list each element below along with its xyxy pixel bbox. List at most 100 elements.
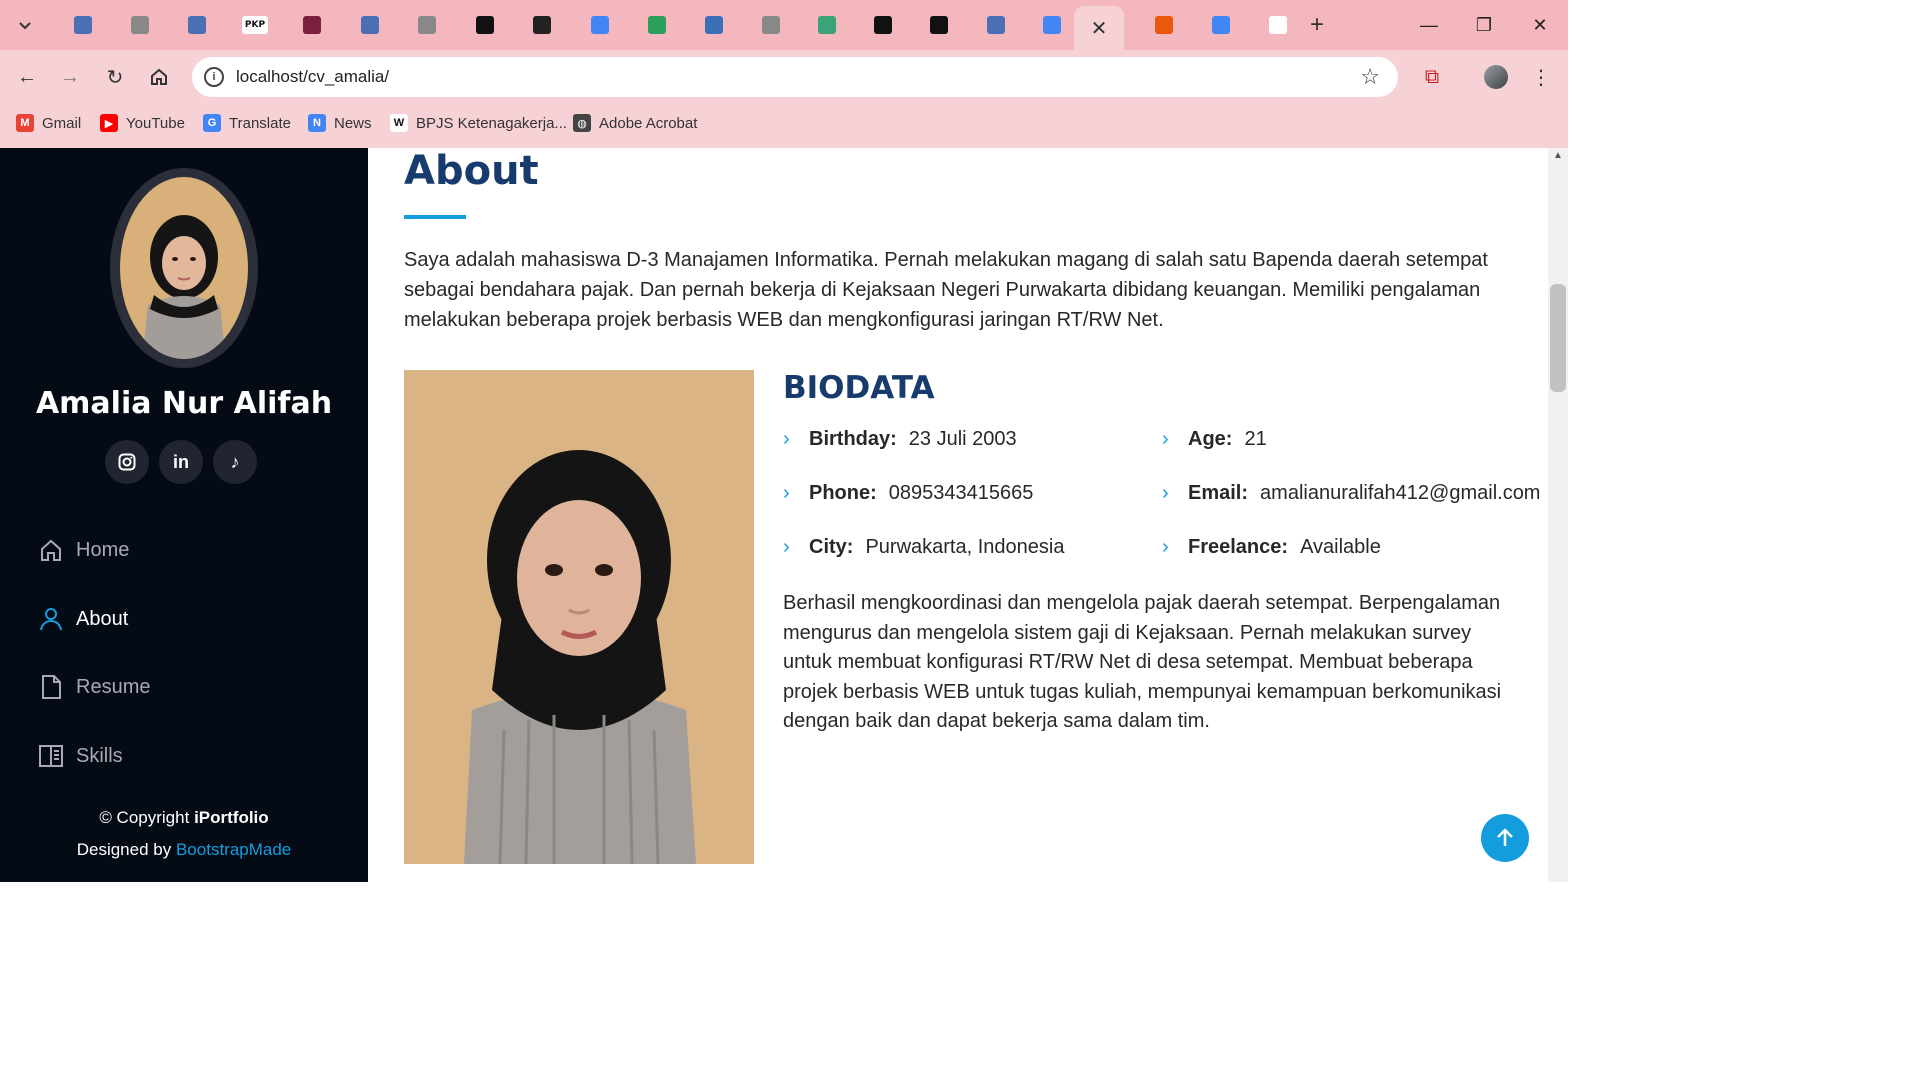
robot-icon xyxy=(648,16,666,34)
scroll-up-arrow-icon[interactable]: ▲ xyxy=(1553,150,1563,161)
browser-tab[interactable] xyxy=(1139,8,1189,42)
nav-about-label: About xyxy=(76,607,129,630)
browser-tab[interactable] xyxy=(58,8,108,42)
fire-icon xyxy=(1155,16,1173,34)
new-tab-button[interactable]: + xyxy=(1302,8,1332,42)
browser-tab[interactable] xyxy=(1027,8,1077,42)
restore-icon: ❐ xyxy=(1475,14,1493,35)
chevron-right-icon: › xyxy=(1162,482,1169,504)
bookmark-item[interactable]: G Translate xyxy=(203,108,291,138)
more-vert-icon: ⋮ xyxy=(1531,66,1551,89)
url-text[interactable]: localhost/cv_amalia/ xyxy=(236,67,389,87)
browser-tab[interactable] xyxy=(287,8,337,42)
profile-avatar-icon xyxy=(1484,65,1508,89)
site-info-icon[interactable]: i xyxy=(204,67,224,87)
chevron-right-icon: › xyxy=(783,482,790,504)
puzzle-app-icon xyxy=(930,16,948,34)
bookmark-label: YouTube xyxy=(126,114,185,132)
browser-tab[interactable] xyxy=(1253,8,1303,42)
tiktok-icon: ♪ xyxy=(230,451,240,472)
extensions-button[interactable]: ⧉ xyxy=(1417,62,1447,92)
bio-city-label: City: xyxy=(809,536,854,558)
pkp-icon: PKP xyxy=(242,16,268,34)
scrollbar-thumb[interactable] xyxy=(1550,284,1566,392)
bookmark-item[interactable]: ▶ YouTube xyxy=(100,108,185,138)
instagram-link[interactable] xyxy=(105,440,149,484)
bio-freelance: › Freelance: Available xyxy=(1162,536,1381,559)
browser-tab[interactable] xyxy=(802,8,852,42)
instagram-icon xyxy=(118,453,136,471)
bookmark-item[interactable]: W BPJS Ketenagakerja... xyxy=(390,108,567,138)
bookmark-label: News xyxy=(334,114,372,132)
browser-tab[interactable] xyxy=(632,8,682,42)
bookmark-item[interactable]: M Gmail xyxy=(16,108,81,138)
browser-tab[interactable] xyxy=(402,8,452,42)
bio-freelance-label: Freelance: xyxy=(1188,536,1289,558)
home-button[interactable] xyxy=(144,62,174,92)
browser-tab[interactable] xyxy=(115,8,165,42)
bookmark-item[interactable]: ◍ Adobe Acrobat xyxy=(573,108,697,138)
nav-resume[interactable]: Resume xyxy=(38,667,150,707)
puzzle-icon: ⧉ xyxy=(1424,65,1440,88)
globe-icon xyxy=(762,16,780,34)
copyright: © Copyright iPortfolio xyxy=(0,808,368,828)
arrow-right-icon: → xyxy=(60,65,80,88)
browser-tab[interactable] xyxy=(575,8,625,42)
tab-search-button[interactable] xyxy=(10,8,40,42)
browser-tab[interactable] xyxy=(971,8,1021,42)
browser-tab[interactable] xyxy=(1196,8,1246,42)
bio-city-value: Purwakarta, Indonesia xyxy=(865,536,1065,558)
tiktok-link[interactable]: ♪ xyxy=(213,440,257,484)
bio-phone-label: Phone: xyxy=(809,482,877,504)
bio-age-label: Age: xyxy=(1188,428,1233,450)
browser-tab[interactable] xyxy=(345,8,395,42)
browser-tab[interactable] xyxy=(914,8,964,42)
nav-home-label: Home xyxy=(76,538,130,561)
turtle-icon xyxy=(818,16,836,34)
back-button[interactable]: ← xyxy=(12,62,42,92)
page-scrollbar[interactable]: ▲ xyxy=(1548,148,1568,882)
browser-tab[interactable] xyxy=(517,8,567,42)
copyright-brand: iPortfolio xyxy=(194,808,269,827)
nav-about[interactable]: About xyxy=(38,599,128,639)
sidebar: Amalia Nur Alifah in ♪ Home About Resume… xyxy=(0,148,368,882)
news-icon: N xyxy=(308,114,326,132)
nav-home[interactable]: Home xyxy=(38,530,129,570)
newspaper-icon xyxy=(705,16,723,34)
bio-birthday: › Birthday: 23 Juli 2003 xyxy=(783,428,1017,451)
browser-tab[interactable] xyxy=(172,8,222,42)
profile-button[interactable] xyxy=(1481,62,1511,92)
chevron-right-icon: › xyxy=(1162,536,1169,558)
close-window-button[interactable]: ✕ xyxy=(1525,10,1555,40)
menu-button[interactable]: ⋮ xyxy=(1526,62,1556,92)
browser-tab[interactable] xyxy=(460,8,510,42)
back-to-top-button[interactable] xyxy=(1481,814,1529,862)
document-icon xyxy=(74,16,92,34)
arrow-left-icon: ← xyxy=(17,65,37,88)
browser-tab[interactable] xyxy=(689,8,739,42)
browser-tab[interactable] xyxy=(858,8,908,42)
browser-tab[interactable] xyxy=(746,8,796,42)
home-icon xyxy=(38,537,64,563)
document-icon xyxy=(188,16,206,34)
address-bar[interactable]: i localhost/cv_amalia/ ☆ xyxy=(192,57,1398,97)
minimize-button[interactable]: — xyxy=(1414,10,1444,40)
restore-button[interactable]: ❐ xyxy=(1469,10,1499,40)
close-tab-icon[interactable]: ✕ xyxy=(1091,16,1108,41)
reload-button[interactable]: ↻ xyxy=(100,62,130,92)
linkedin-link[interactable]: in xyxy=(159,440,203,484)
bookmark-star-icon[interactable]: ☆ xyxy=(1360,64,1380,90)
section-title: About xyxy=(404,148,539,194)
active-tab[interactable]: ✕ xyxy=(1074,6,1124,50)
bookmark-item[interactable]: N News xyxy=(308,108,372,138)
designer-link[interactable]: BootstrapMade xyxy=(176,840,291,859)
browser-chrome: PKP ✕ + — ❐ ✕ ← → ↻ ⧉ ⋮ i localhost/cv_a… xyxy=(0,0,1568,148)
browser-tab[interactable]: PKP xyxy=(230,8,280,42)
copyright-prefix: © Copyright xyxy=(99,808,190,827)
nav-skills[interactable]: Skills xyxy=(38,736,123,776)
bio-birthday-value: 23 Juli 2003 xyxy=(908,428,1017,450)
close-icon: ✕ xyxy=(1532,14,1548,35)
bookmark-label: BPJS Ketenagakerja... xyxy=(416,114,567,132)
bio-birthday-label: Birthday: xyxy=(809,428,897,450)
forward-button[interactable]: → xyxy=(55,62,85,92)
